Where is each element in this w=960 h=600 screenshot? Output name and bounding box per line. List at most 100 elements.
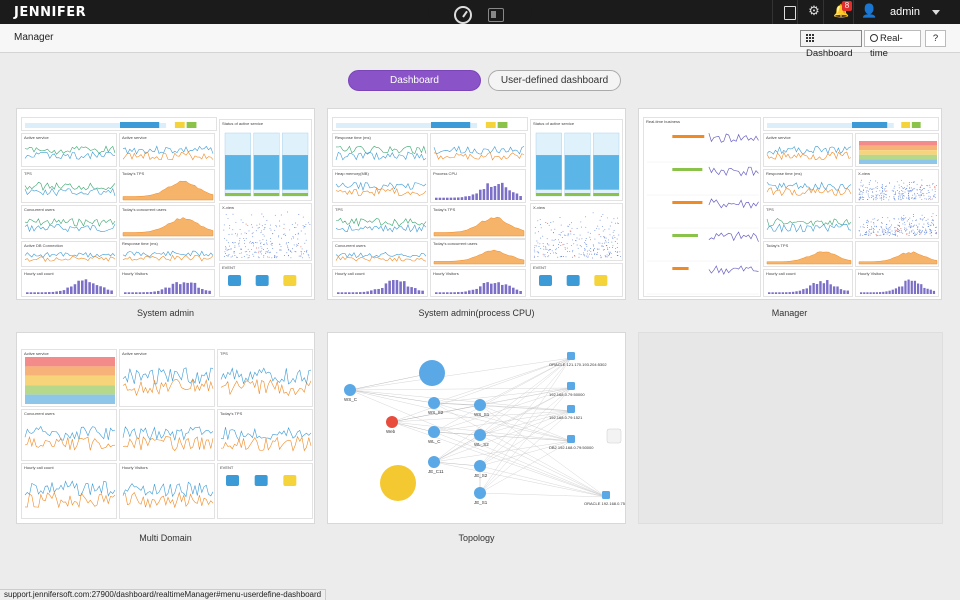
empty-dashboard-slot <box>638 332 943 524</box>
clock-icon <box>870 34 878 42</box>
mini-widget <box>855 205 939 239</box>
mini-widget: Active DB Connection <box>21 241 117 267</box>
mini-widget <box>763 117 939 131</box>
mini-widget: Active service <box>119 133 215 167</box>
mini-widget-title: EVENT <box>222 265 236 270</box>
mini-chart <box>25 122 197 128</box>
mini-widget: TPS <box>21 169 117 203</box>
mini-chart <box>122 481 214 509</box>
mini-widget-title: Status of active service <box>533 121 575 126</box>
window-icon[interactable] <box>488 8 504 22</box>
mini-chart <box>433 145 525 161</box>
book-icon[interactable] <box>781 4 797 20</box>
dashboard-label[interactable]: Topology <box>327 533 626 543</box>
mini-widget-title: Today's TPS <box>766 243 789 248</box>
mini-widget-title: Hourly call count <box>24 271 54 276</box>
mini-widget: TPS <box>763 205 853 239</box>
mini-widget <box>855 241 939 267</box>
mini-widget-title: TPS <box>335 207 343 212</box>
help-button[interactable]: ? <box>925 30 946 47</box>
user-icon[interactable]: 👤 <box>861 4 877 20</box>
mini-widget: Today's TPS <box>763 241 853 267</box>
dashboard-thumbnail-topology[interactable]: WS_C WS_S2 WS_S1 Web WL_C WL_S2 JE_C11 JE_S2 JE_… <box>327 332 626 524</box>
mini-chart <box>533 212 621 259</box>
svg-text:ORACLE 192.168.0.75:1521: ORACLE 192.168.0.75:1521 <box>584 501 625 506</box>
mini-widget-title: Hourly call count <box>766 271 796 276</box>
dashboard-label[interactable]: Manager <box>640 308 939 318</box>
mini-widget: EVENT <box>530 263 623 297</box>
dashboard-label[interactable]: System admin <box>16 308 315 318</box>
svg-text:JE_S2: JE_S2 <box>474 473 488 478</box>
mini-widget: TPS <box>332 205 428 239</box>
mini-chart <box>535 132 620 197</box>
page-title: Manager <box>14 32 54 43</box>
user-name[interactable]: admin <box>890 6 920 18</box>
mini-widget: X-view <box>530 203 623 261</box>
dashboard-label[interactable]: Multi Domain <box>16 533 315 543</box>
mini-widget: EVENT <box>217 463 313 519</box>
mini-chart <box>24 480 116 509</box>
mini-widget: Today's TPS <box>217 409 313 461</box>
mini-widget: Response time (ms) <box>332 133 428 167</box>
mini-widget-title: Today's concurrent users <box>122 207 167 212</box>
mini-chart <box>335 217 427 233</box>
divider <box>772 0 773 24</box>
dashboard-label[interactable]: System admin(process CPU) <box>327 308 626 318</box>
mini-widget: Active service <box>763 133 853 167</box>
mini-widget-title: Concurrent users <box>24 411 55 416</box>
mini-widget <box>21 117 217 131</box>
svg-text:Web: Web <box>386 429 396 434</box>
mini-widget <box>855 133 939 167</box>
svg-text:DB2 192.168.0.79:50000: DB2 192.168.0.79:50000 <box>549 445 594 450</box>
mini-widget: Hourly Visitors <box>430 269 526 297</box>
mini-widget: EVENT <box>219 263 312 297</box>
mini-chart <box>336 122 508 128</box>
dashboard-thumbnail-multi-domain[interactable]: Active service Active service TPS Concurren… <box>16 332 315 524</box>
mini-widget-title: Active service <box>24 135 49 140</box>
mini-widget-title: Hourly call count <box>24 465 54 470</box>
mini-widget-title: Hourly Visitors <box>122 271 148 276</box>
mini-widget-title: EVENT <box>533 265 547 270</box>
mini-widget-title: Active service <box>122 135 147 140</box>
mini-widget: TPS <box>217 349 313 407</box>
tab-dashboard[interactable]: Dashboard <box>348 70 481 91</box>
mini-widget-title: Active service <box>24 351 49 356</box>
dashboard-gauge-icon[interactable] <box>454 6 472 24</box>
mini-widget-title: Hourly call count <box>335 271 365 276</box>
mini-widget: X-view <box>219 203 312 261</box>
dashboard-button[interactable]: Dashboard <box>800 30 862 59</box>
svg-text:WS_S1: WS_S1 <box>474 412 490 417</box>
mini-chart <box>224 132 309 197</box>
svg-text:WS_S2: WS_S2 <box>428 410 444 415</box>
app-logo[interactable]: JENNIFER <box>14 5 86 20</box>
mini-widget-title: EVENT <box>220 465 234 470</box>
mini-widget: Status of active service <box>219 119 312 201</box>
mini-chart <box>858 213 938 237</box>
dashboard-thumbnail-system-admin-cpu[interactable]: Response time (ms) Status of active servi… <box>327 108 626 300</box>
mini-chart <box>24 425 116 451</box>
mini-widget-title: TPS <box>24 171 32 176</box>
mini-widget-title: Response time (ms) <box>335 135 371 140</box>
mini-widget-title: Today's concurrent users <box>433 241 478 246</box>
mini-widget: Today's TPS <box>430 205 526 239</box>
mini-widget-title: X-view <box>533 205 546 210</box>
svg-text:WS_C: WS_C <box>344 397 358 402</box>
dashboard-thumbnail-manager[interactable]: Real-time business Active service Response… <box>638 108 942 300</box>
mini-widget-title: Concurrent users <box>335 243 366 248</box>
mini-widget-title: Real-time business <box>646 119 681 124</box>
mini-widget: Hourly call count <box>21 269 117 297</box>
mini-widget-title: Today's TPS <box>220 411 243 416</box>
help-icon: ? <box>932 33 939 44</box>
dashboard-thumbnail-system-admin[interactable]: Active service Active service Status of ac… <box>16 108 315 300</box>
gear-icon[interactable]: ⚙ <box>806 4 822 20</box>
realtime-button[interactable]: Real-time <box>864 30 921 59</box>
mini-widget-title: Active service <box>766 135 791 140</box>
caret-down-icon[interactable] <box>932 10 940 15</box>
mini-widget-title: Today's TPS <box>122 171 145 176</box>
tab-user-defined-dashboard[interactable]: User-defined dashboard <box>488 70 621 91</box>
grid-icon <box>806 34 814 42</box>
mini-widget <box>332 117 528 131</box>
mini-widget-title: X-view <box>858 171 871 176</box>
mini-widget-title: TPS <box>766 207 774 212</box>
mini-widget: Active service <box>21 133 117 167</box>
